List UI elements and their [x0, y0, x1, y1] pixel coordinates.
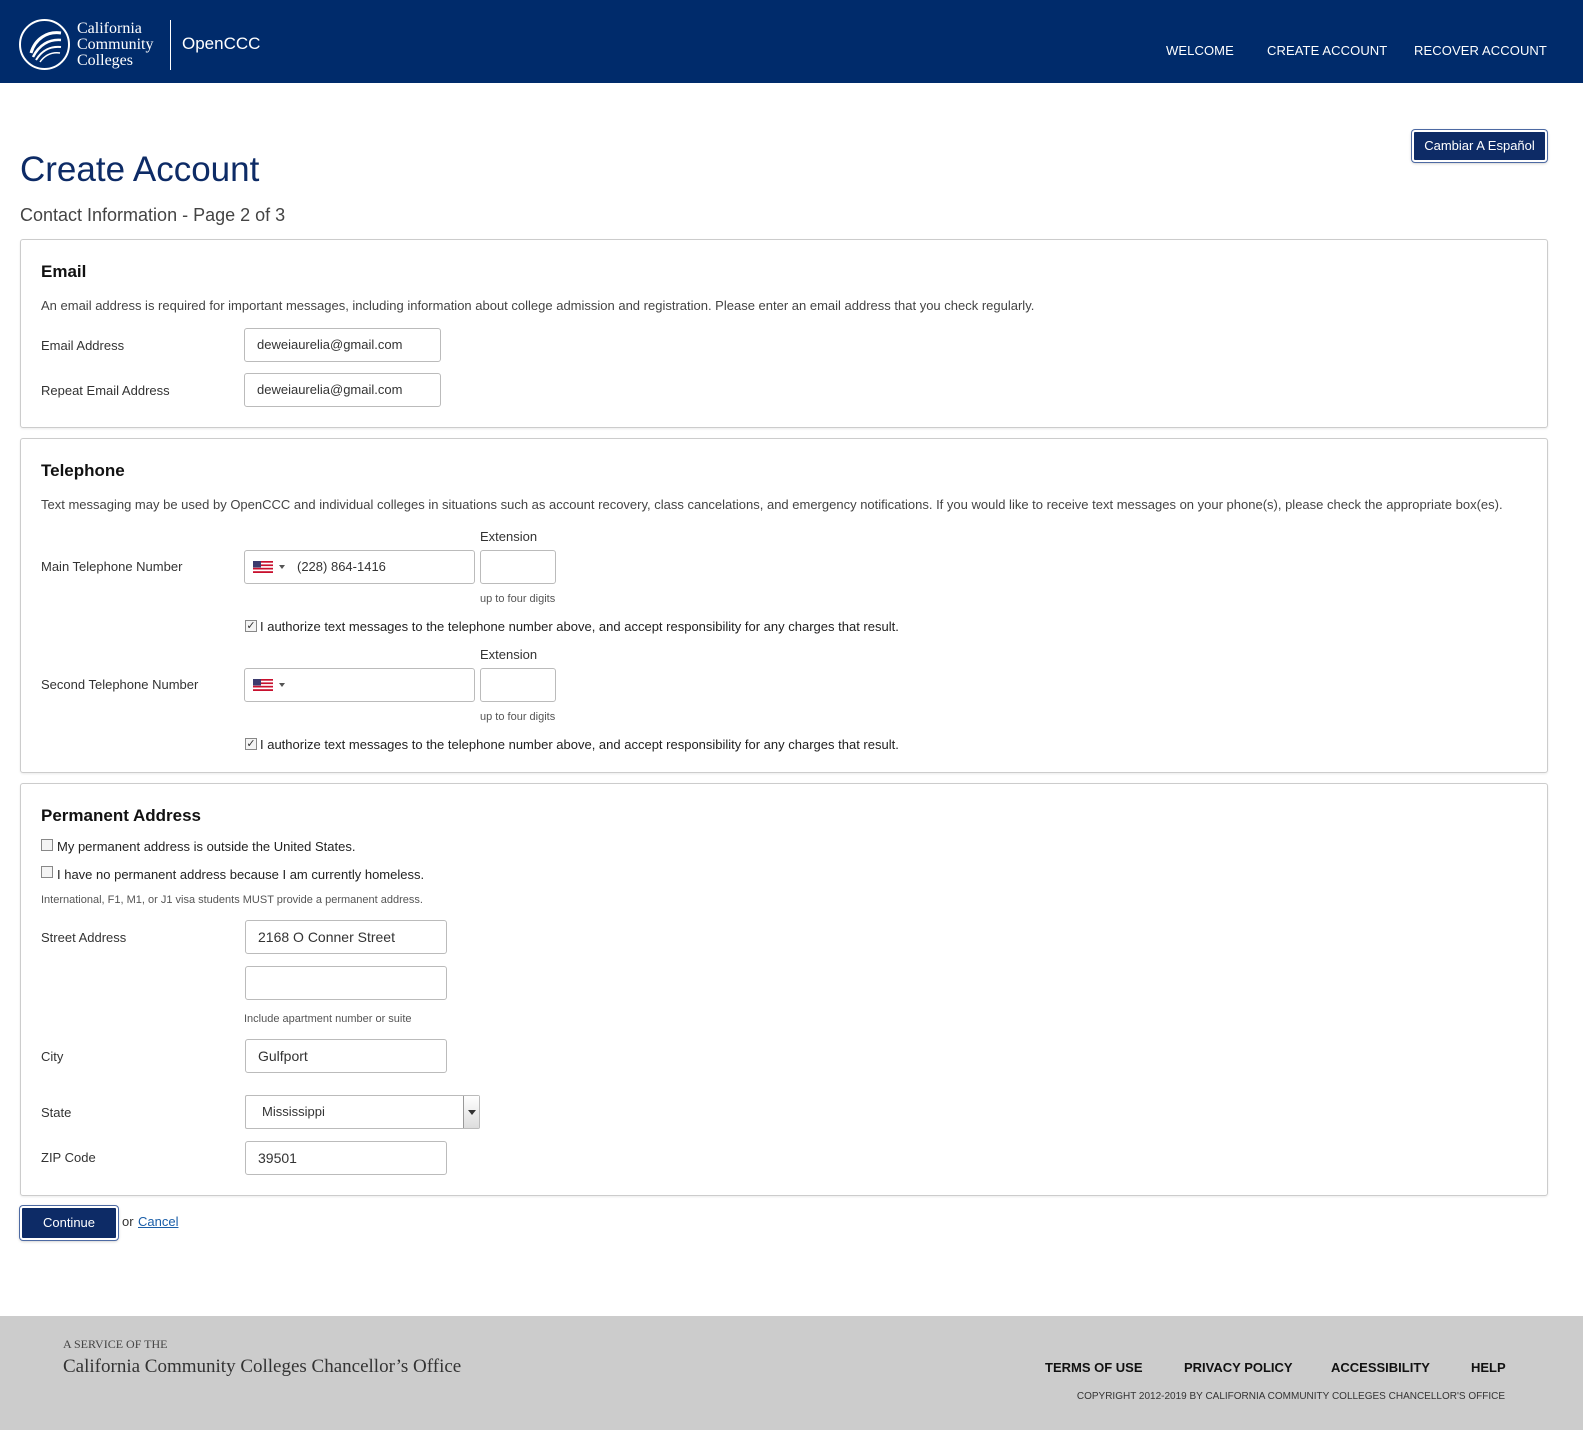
- city-label: City: [41, 1049, 64, 1064]
- repeat-email-input[interactable]: deweiaurelia@gmail.com: [244, 373, 441, 407]
- site-header: California Community Colleges OpenCCC WE…: [0, 0, 1583, 83]
- state-select[interactable]: Mississippi: [245, 1095, 480, 1129]
- state-label: State: [41, 1105, 72, 1120]
- main-extension-input[interactable]: [480, 550, 556, 584]
- street-label: Street Address: [41, 930, 127, 945]
- us-flag-icon[interactable]: [253, 679, 273, 691]
- main-extension-hint: up to four digits: [480, 593, 556, 605]
- footer-help-link[interactable]: HELP: [1471, 1360, 1506, 1375]
- repeat-email-label: Repeat Email Address: [41, 383, 170, 398]
- zip-input[interactable]: 39501: [245, 1141, 447, 1175]
- telephone-heading: Telephone: [41, 461, 125, 480]
- homeless-text: I have no permanent address because I am…: [57, 867, 425, 882]
- visa-note: International, F1, M1, or J1 visa studen…: [41, 894, 423, 906]
- second-extension-input[interactable]: [480, 668, 556, 702]
- site-footer: A SERVICE OF THE California Community Co…: [0, 1316, 1583, 1430]
- footer-service-of: A SERVICE OF THE: [63, 1337, 168, 1351]
- logo-line: Community: [77, 36, 154, 53]
- email-panel: Email An email address is required for i…: [20, 239, 1548, 428]
- nav-recover-account[interactable]: RECOVER ACCOUNT: [1414, 43, 1547, 58]
- authorize-second-text: I authorize text messages to the telepho…: [260, 737, 899, 752]
- cancel-link[interactable]: Cancel: [138, 1214, 178, 1229]
- logo-line: California: [77, 20, 142, 37]
- email-heading: Email: [41, 262, 87, 281]
- footer-terms-link[interactable]: TERMS OF USE: [1045, 1360, 1143, 1375]
- second-phone-label: Second Telephone Number: [41, 677, 199, 692]
- authorize-second-checkbox[interactable]: ✓: [245, 738, 257, 750]
- authorize-main-checkbox[interactable]: ✓: [245, 620, 257, 632]
- telephone-panel: Telephone Text messaging may be used by …: [20, 438, 1548, 773]
- telephone-description: Text messaging may be used by OpenCCC an…: [41, 497, 1503, 512]
- footer-accessibility-link[interactable]: ACCESSIBILITY: [1331, 1360, 1430, 1375]
- logo-divider: [170, 20, 171, 70]
- main-extension-label: Extension: [480, 529, 538, 544]
- ccc-logo-icon[interactable]: [19, 19, 70, 70]
- main-phone-label: Main Telephone Number: [41, 559, 183, 574]
- page-title: Create Account: [20, 150, 260, 189]
- nav-create-account[interactable]: CREATE ACCOUNT: [1267, 43, 1387, 58]
- footer-copyright: COPYRIGHT 2012-2019 BY CALIFORNIA COMMUN…: [1076, 1391, 1505, 1402]
- authorize-main-text: I authorize text messages to the telepho…: [260, 619, 899, 634]
- state-selected-value: Mississippi: [262, 1104, 325, 1119]
- outside-us-checkbox[interactable]: [41, 839, 53, 851]
- chevron-down-icon[interactable]: [463, 1096, 479, 1128]
- street2-input[interactable]: [245, 966, 447, 1000]
- city-input[interactable]: Gulfport: [245, 1039, 447, 1073]
- street-input[interactable]: 2168 O Conner Street: [245, 920, 447, 954]
- logo-wordmark[interactable]: California Community Colleges: [77, 21, 153, 69]
- outside-us-text: My permanent address is outside the Unit…: [57, 839, 356, 854]
- email-description: An email address is required for importa…: [41, 298, 1035, 313]
- zip-label: ZIP Code: [41, 1150, 96, 1165]
- second-extension-label: Extension: [480, 647, 538, 662]
- homeless-checkbox[interactable]: [41, 866, 53, 878]
- chevron-down-icon[interactable]: [279, 683, 285, 687]
- us-flag-icon[interactable]: [253, 561, 273, 573]
- email-label: Email Address: [41, 338, 125, 353]
- footer-privacy-link[interactable]: PRIVACY POLICY: [1184, 1360, 1293, 1375]
- address-panel: Permanent Address My permanent address i…: [20, 783, 1548, 1196]
- footer-org-name[interactable]: California Community Colleges Chancellor…: [63, 1356, 461, 1378]
- logo-line: Colleges: [77, 52, 133, 69]
- chevron-down-icon[interactable]: [279, 565, 285, 569]
- address-heading: Permanent Address: [41, 806, 201, 825]
- language-toggle-button[interactable]: Cambiar A Español: [1412, 130, 1547, 162]
- or-text: or: [122, 1214, 134, 1229]
- street-hint: Include apartment number or suite: [244, 1013, 412, 1025]
- brand-name[interactable]: OpenCCC: [182, 34, 260, 54]
- continue-button[interactable]: Continue: [20, 1206, 118, 1240]
- second-extension-hint: up to four digits: [480, 711, 556, 723]
- page-subtitle: Contact Information - Page 2 of 3: [20, 205, 286, 225]
- email-input[interactable]: deweiaurelia@gmail.com: [244, 328, 441, 362]
- nav-welcome[interactable]: WELCOME: [1166, 43, 1234, 58]
